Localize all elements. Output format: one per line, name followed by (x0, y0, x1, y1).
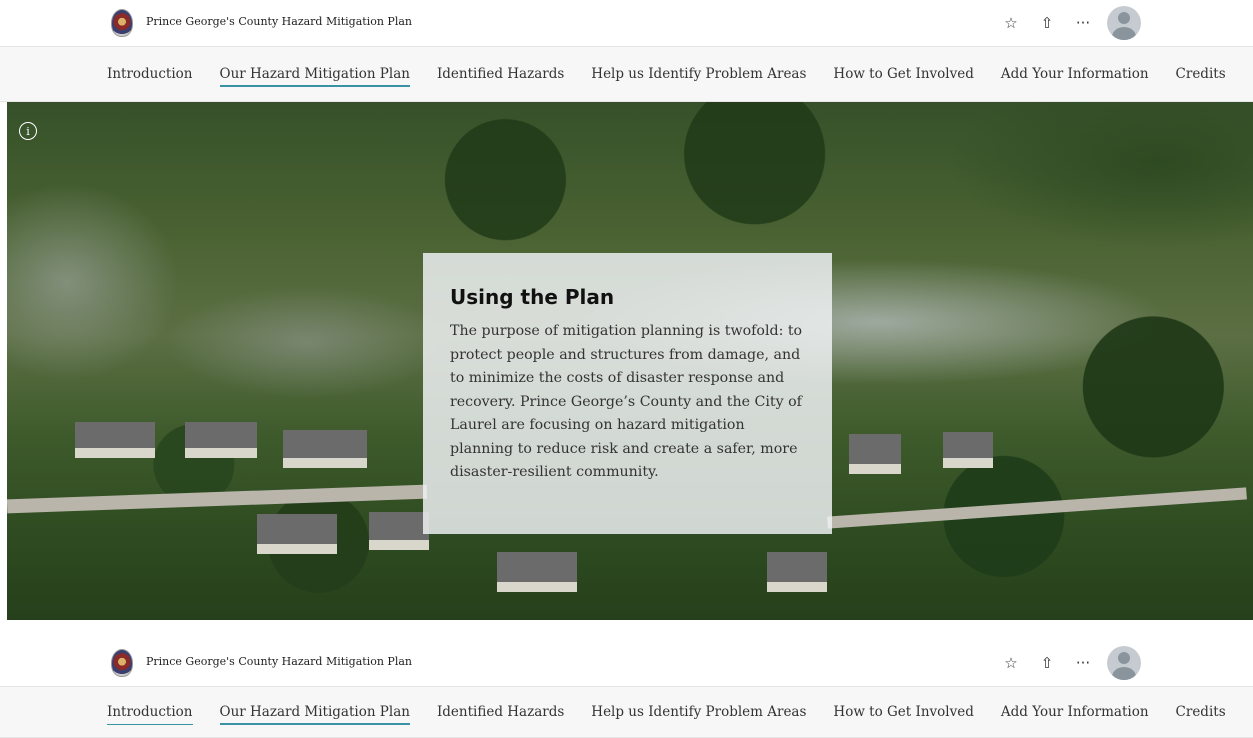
nav-item-credits[interactable]: Credits (1176, 704, 1226, 722)
star-icon[interactable]: ☆ (993, 6, 1029, 40)
star-icon[interactable]: ☆ (993, 646, 1029, 680)
nav-item-credits[interactable]: Credits (1176, 66, 1226, 84)
nav-item-help-identify-problem-areas[interactable]: Help us Identify Problem Areas (591, 704, 806, 722)
site-title[interactable]: Prince George's County Hazard Mitigation… (146, 655, 412, 668)
nav-item-introduction[interactable]: Introduction (107, 704, 193, 725)
nav-item-how-to-get-involved[interactable]: How to Get Involved (833, 66, 973, 84)
card-heading: Using the Plan (450, 285, 615, 309)
hero-house (283, 430, 367, 468)
more-options-icon[interactable]: ··· (1065, 6, 1101, 40)
section-nav: Introduction Our Hazard Mitigation Plan … (0, 46, 1253, 102)
card-body: The purpose of mitigation planning is tw… (450, 323, 803, 480)
site-title[interactable]: Prince George's County Hazard Mitigation… (146, 15, 412, 28)
site-header: Prince George's County Hazard Mitigation… (0, 0, 1253, 46)
nav-item-how-to-get-involved[interactable]: How to Get Involved (833, 704, 973, 722)
share-icon[interactable]: ⇧ (1029, 6, 1065, 40)
nav-item-our-hazard-mitigation-plan[interactable]: Our Hazard Mitigation Plan (219, 66, 411, 87)
sticky-site-header: Prince George's County Hazard Mitigation… (0, 640, 1253, 686)
hero-house (767, 552, 827, 592)
user-avatar[interactable] (1107, 6, 1141, 40)
sticky-section-nav: Introduction Our Hazard Mitigation Plan … (0, 686, 1253, 738)
hero-house (943, 432, 993, 468)
nav-item-add-your-information[interactable]: Add Your Information (1001, 704, 1149, 722)
county-seal-logo[interactable] (111, 649, 133, 677)
user-avatar[interactable] (1107, 646, 1141, 680)
hero-house (185, 422, 257, 458)
info-icon[interactable]: i (19, 122, 37, 140)
nav-item-introduction[interactable]: Introduction (107, 66, 193, 84)
hero-house (369, 512, 429, 550)
nav-item-identified-hazards[interactable]: Identified Hazards (437, 66, 564, 84)
nav-item-identified-hazards[interactable]: Identified Hazards (437, 704, 564, 722)
header-actions: ☆ ⇧ ··· (993, 6, 1141, 40)
county-seal-logo[interactable] (111, 9, 133, 37)
hero-house (849, 434, 901, 474)
hero-house (75, 422, 155, 458)
nav-item-add-your-information[interactable]: Add Your Information (1001, 66, 1149, 84)
header-actions: ☆ ⇧ ··· (993, 646, 1141, 680)
hero-house (257, 514, 337, 554)
nav-item-our-hazard-mitigation-plan[interactable]: Our Hazard Mitigation Plan (219, 704, 411, 725)
nav-item-help-identify-problem-areas[interactable]: Help us Identify Problem Areas (591, 66, 806, 84)
more-options-icon[interactable]: ··· (1065, 646, 1101, 680)
using-the-plan-card: Using the Plan The purpose of mitigation… (423, 253, 832, 534)
share-icon[interactable]: ⇧ (1029, 646, 1065, 680)
hero-house (497, 552, 577, 592)
